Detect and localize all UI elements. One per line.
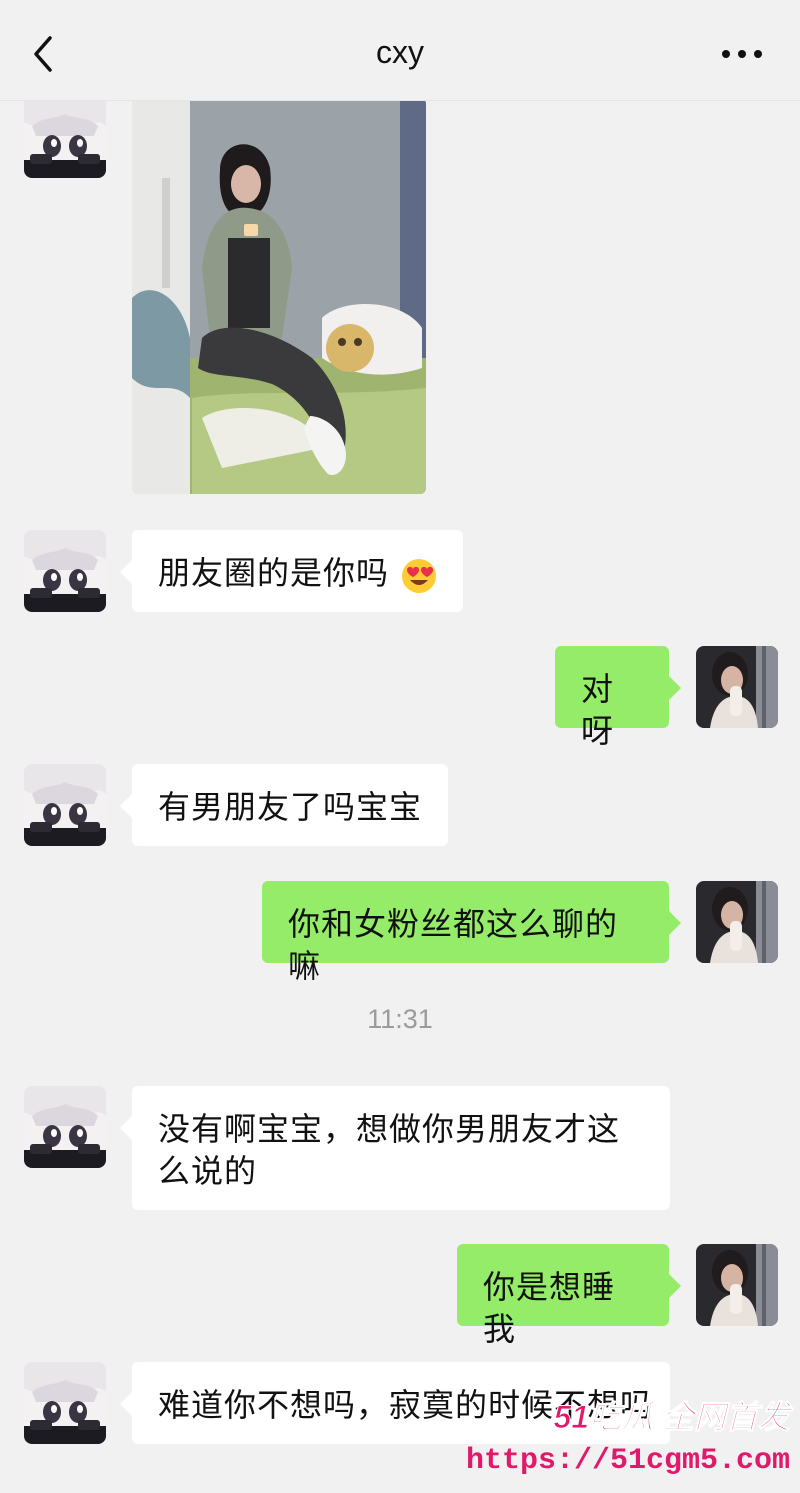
message-text: 有男朋友了吗宝宝	[158, 789, 423, 825]
girl-avatar-icon	[696, 1244, 778, 1326]
watermark-url: https://51cgm5.com	[465, 1444, 790, 1478]
message-timestamp: 11:31	[367, 1004, 433, 1034]
chat-header: cxy	[0, 0, 800, 101]
girl-avatar-icon	[696, 881, 778, 963]
anime-avatar-icon	[24, 1362, 106, 1444]
contact-avatar[interactable]	[24, 96, 106, 178]
message-text: 朋友圈的是你吗	[158, 555, 390, 591]
more-options-button[interactable]	[720, 36, 764, 72]
my-avatar[interactable]	[696, 646, 778, 728]
message-text: 你和女粉丝都这么聊的嘛	[288, 906, 619, 984]
photo-girl-in-dorm-bed	[132, 98, 426, 494]
my-avatar[interactable]	[696, 881, 778, 963]
chat-title: cxy	[376, 34, 424, 70]
message-text: 对呀	[581, 671, 615, 749]
watermark: 51吃瓜 全网首发 https://51cgm5.com	[466, 1392, 796, 1492]
shared-photo[interactable]	[132, 98, 426, 494]
contact-avatar[interactable]	[24, 1086, 106, 1168]
message-text: 你是想睡我	[483, 1269, 616, 1347]
anime-avatar-icon	[24, 96, 106, 178]
my-avatar[interactable]	[696, 1244, 778, 1326]
anime-avatar-icon	[24, 530, 106, 612]
message-bubble-received[interactable]: 朋友圈的是你吗	[120, 530, 463, 612]
message-bubble-sent[interactable]: 你和女粉丝都这么聊的嘛	[262, 881, 681, 984]
contact-avatar[interactable]	[24, 1362, 106, 1444]
message-bubble-received[interactable]: 没有啊宝宝，想做你男朋友才这么说的	[120, 1086, 670, 1210]
anime-avatar-icon	[24, 764, 106, 846]
contact-avatar[interactable]	[24, 764, 106, 846]
watermark-brand: 51吃瓜 全网首发	[553, 1399, 790, 1436]
contact-avatar[interactable]	[24, 530, 106, 612]
message-text: 没有啊宝宝，想做你男朋友才这么说的	[158, 1111, 621, 1189]
heart-eyes-emoji-icon	[401, 558, 436, 593]
girl-avatar-icon	[696, 646, 778, 728]
message-bubble-sent[interactable]: 对呀	[555, 646, 681, 749]
anime-avatar-icon	[24, 1086, 106, 1168]
more-dots-icon	[722, 50, 762, 58]
message-bubble-received[interactable]: 有男朋友了吗宝宝	[119, 764, 449, 846]
message-bubble-sent[interactable]: 你是想睡我	[457, 1244, 681, 1347]
